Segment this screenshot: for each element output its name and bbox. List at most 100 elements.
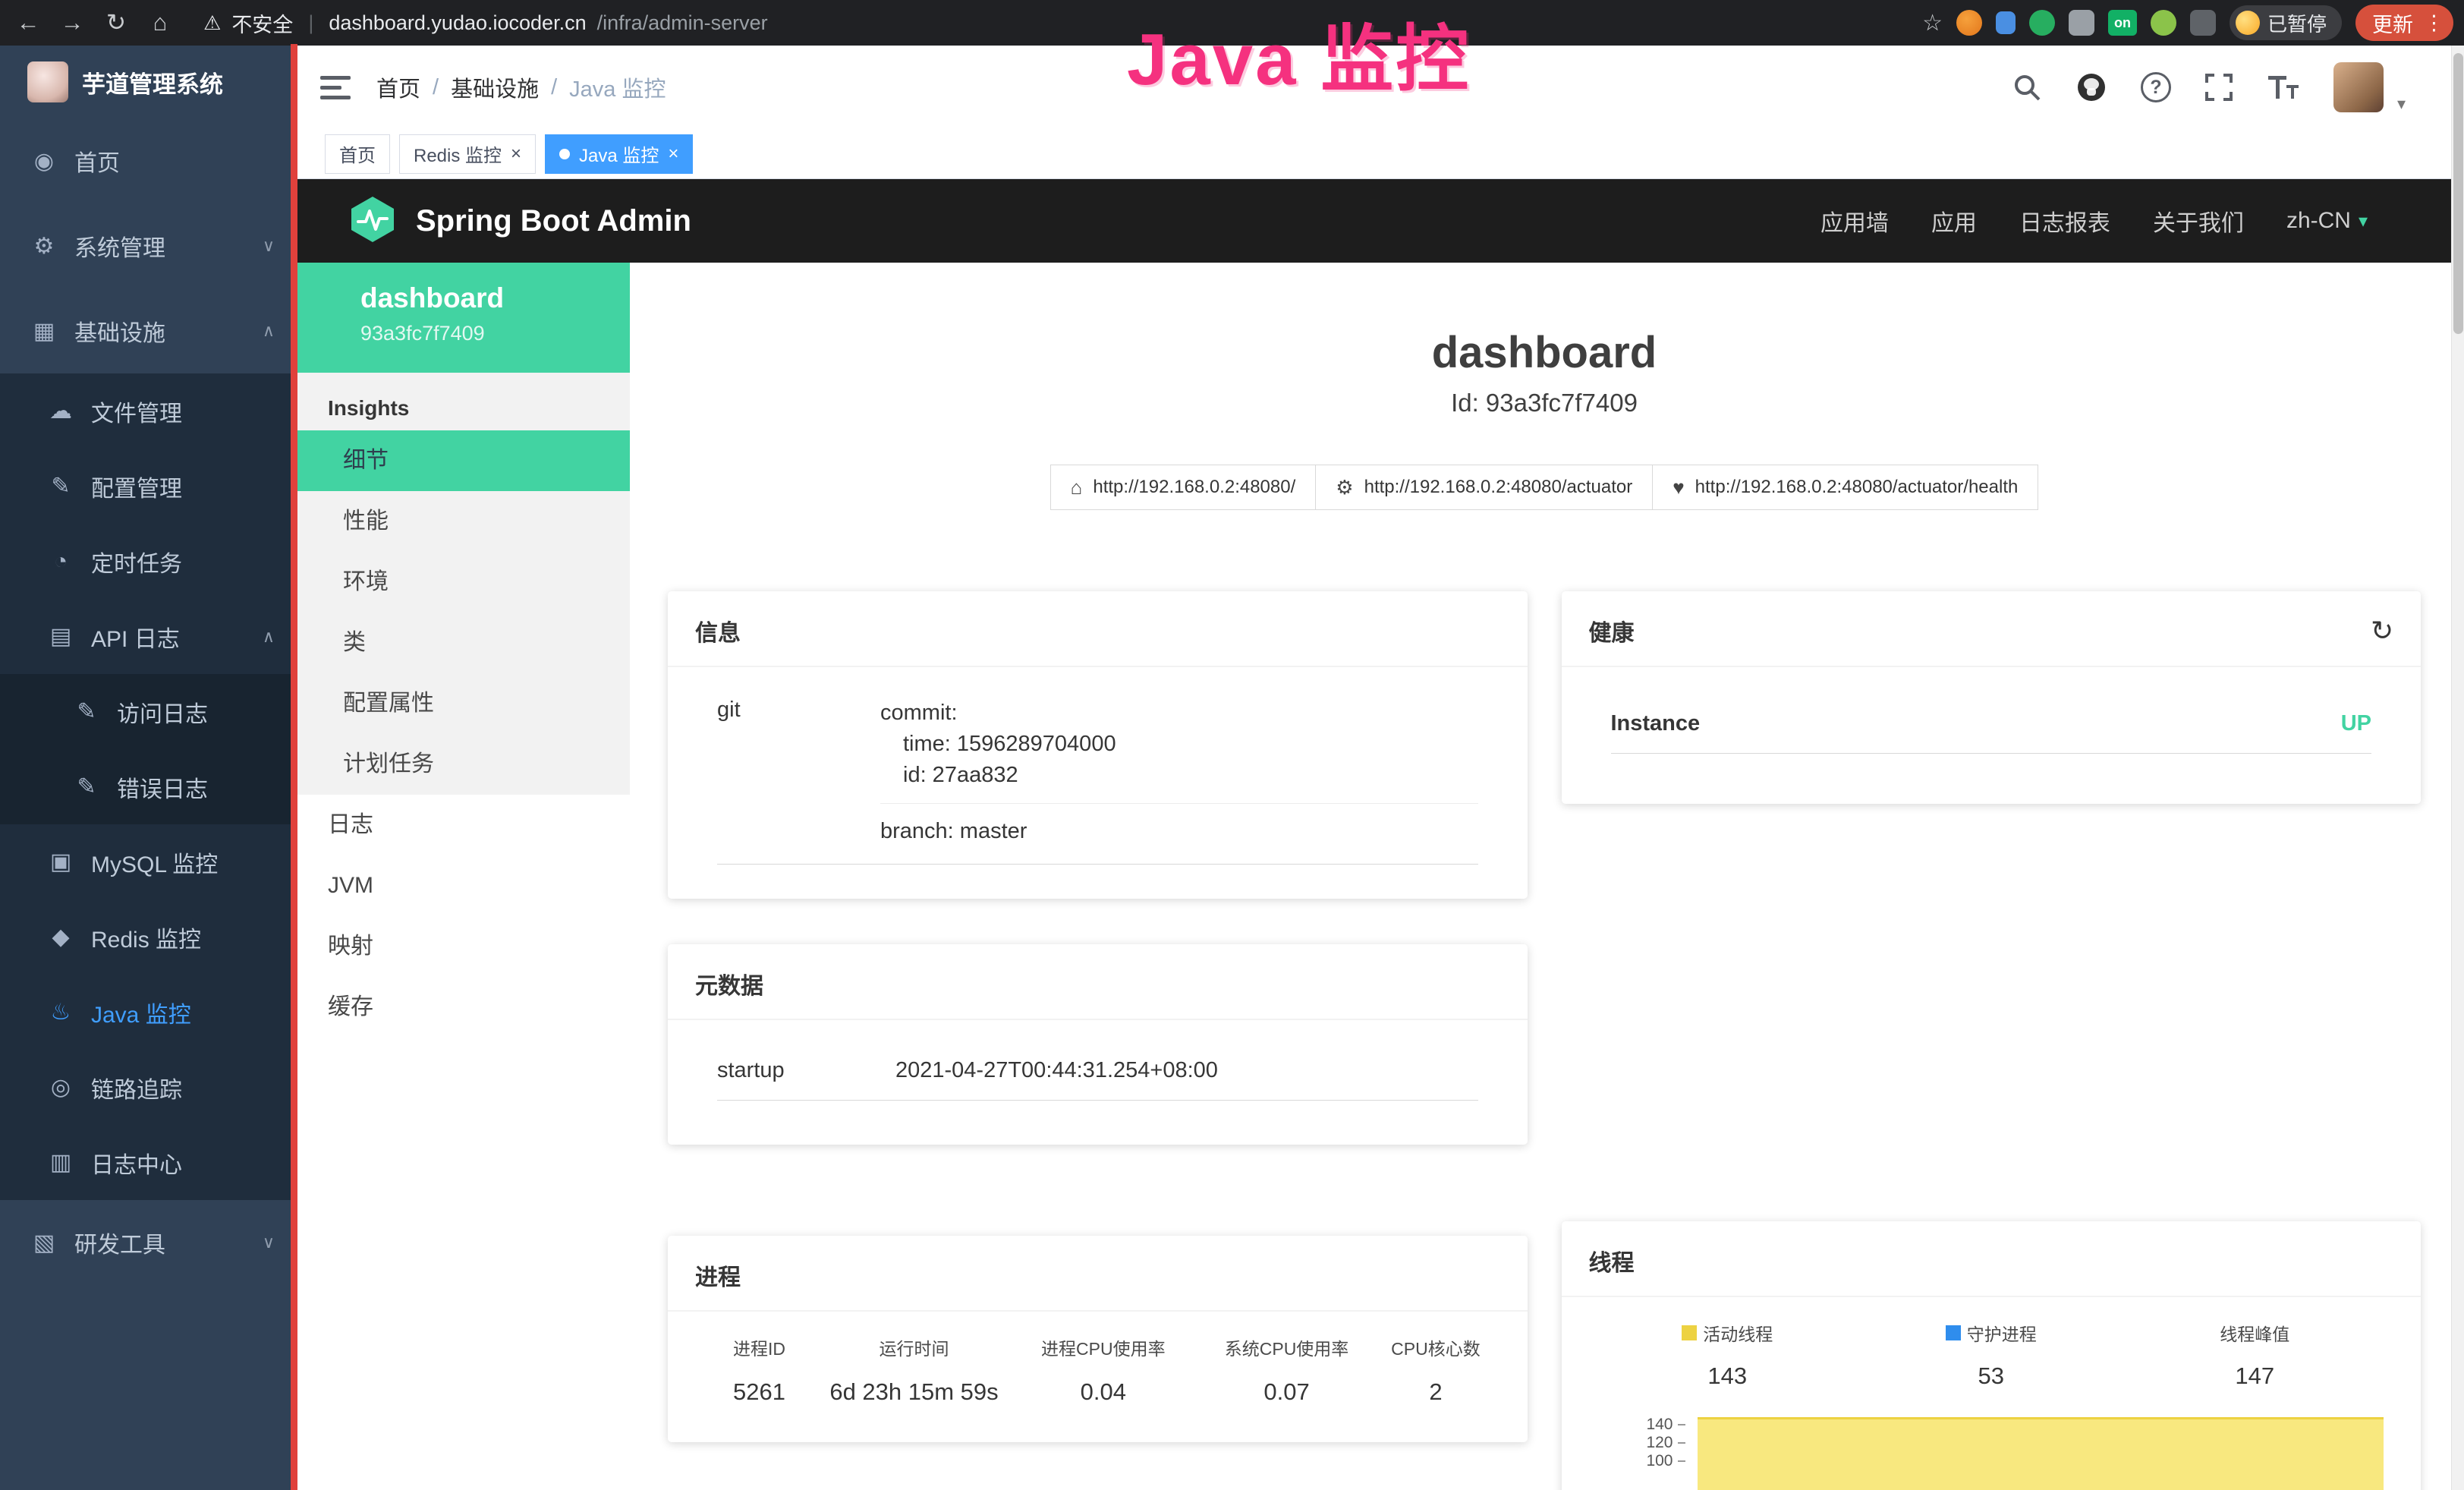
sidebar-item-system[interactable]: ⚙ 系统管理 ∨ — [0, 203, 296, 288]
eye-icon: ◎ — [47, 1074, 74, 1101]
browser-actions: ☆ on 已暂停 更新 ⋮ — [1922, 5, 2453, 41]
sba-nav-journal[interactable]: 日志报表 — [2019, 204, 2110, 238]
sba-item-config-props[interactable]: 配置属性 — [296, 673, 630, 734]
sidebar-item-log-center[interactable]: ▥ 日志中心 — [0, 1125, 296, 1200]
heart-icon: ♥ — [1673, 476, 1684, 499]
reload-icon[interactable]: ↻ — [96, 4, 137, 42]
sba-item-environment[interactable]: 环境 — [296, 552, 630, 613]
sidebar-item-label: 日志中心 — [91, 1146, 182, 1180]
breadcrumb-current: Java 监控 — [569, 71, 666, 103]
sba-item-metrics[interactable]: 性能 — [296, 491, 630, 552]
layers-icon: ◆ — [47, 924, 74, 950]
sidebar-item-redis-monitor[interactable]: ◆ Redis 监控 — [0, 899, 296, 975]
sba-header: Spring Boot Admin 应用墙 应用 日志报表 关于我们 zh-CN… — [296, 179, 2451, 263]
scrollbar-thumb[interactable] — [2453, 53, 2463, 334]
sidebar-item-file-management[interactable]: ☁ 文件管理 — [0, 373, 296, 449]
sidebar-item-scheduled-jobs[interactable]: ◔ 定时任务 — [0, 524, 296, 599]
sba-nav-wallboard[interactable]: 应用墙 — [1820, 204, 1889, 238]
live-threads-area — [1698, 1417, 2384, 1490]
profile-sync-paused-button[interactable]: 已暂停 — [2230, 5, 2342, 40]
log-center-icon: ▥ — [47, 1149, 74, 1176]
address-bar[interactable]: ⚠ 不安全 | dashboard.yudao.iocoder.cn/infra… — [196, 5, 776, 40]
sidebar-item-java-monitor[interactable]: ♨ Java 监控 — [0, 975, 296, 1050]
extensions-puzzle-icon[interactable] — [2069, 10, 2094, 36]
breadcrumb-infrastructure[interactable]: 基础设施 — [451, 71, 539, 103]
extension-on-badge[interactable]: on — [2108, 10, 2137, 36]
sidebar-item-trace[interactable]: ◎ 链路追踪 — [0, 1050, 296, 1125]
toolbox-icon: ▧ — [30, 1230, 58, 1256]
help-icon[interactable]: ? — [2141, 72, 2171, 102]
sidebar-item-config-management[interactable]: ✎ 配置管理 — [0, 449, 296, 524]
extension-icon-5[interactable] — [2151, 10, 2176, 36]
startup-key: startup — [717, 1058, 895, 1083]
sba-item-logs[interactable]: 日志 — [296, 795, 630, 855]
sba-nav-about[interactable]: 关于我们 — [2153, 204, 2244, 238]
not-secure-warning-icon: ⚠ — [203, 11, 221, 35]
tag-view-bar: 首页 Redis 监控 × Java 监控 × — [296, 129, 2451, 179]
health-status-badge: UP — [2341, 711, 2371, 736]
sidebar-item-home[interactable]: ◉ 首页 — [0, 118, 296, 203]
sidebar-item-error-log[interactable]: ✎ 错误日志 — [0, 749, 296, 824]
browser-menu-icon[interactable]: ⋮ — [2424, 11, 2444, 35]
peak-threads-value: 147 — [2123, 1362, 2387, 1390]
browser-update-button[interactable]: 更新 ⋮ — [2355, 5, 2453, 41]
annotation-java-monitor: Java 监控 — [1127, 0, 1471, 106]
fullscreen-icon[interactable] — [2204, 73, 2233, 102]
sba-item-classes[interactable]: 类 — [296, 613, 630, 673]
health-url-link[interactable]: ♥ http://192.168.0.2:48080/actuator/heal… — [1652, 465, 2038, 510]
sidebar-item-infrastructure[interactable]: ▦ 基础设施 ∧ — [0, 288, 296, 373]
extension-icon-3[interactable] — [2029, 10, 2055, 36]
app-logo[interactable]: 芋道管理系统 — [0, 46, 296, 118]
close-icon[interactable]: × — [668, 145, 678, 163]
extension-icon-1[interactable] — [1956, 10, 1982, 36]
tab-java-monitor[interactable]: Java 监控 × — [545, 134, 693, 174]
url-host: dashboard.yudao.iocoder.cn — [329, 11, 586, 35]
tab-home[interactable]: 首页 — [325, 134, 390, 174]
github-icon[interactable] — [2075, 71, 2107, 103]
font-size-icon[interactable] — [2267, 73, 2300, 102]
service-url-link[interactable]: ⌂ http://192.168.0.2:48080/ — [1050, 465, 1317, 510]
sba-item-details[interactable]: 细节 — [296, 430, 630, 491]
daemon-threads-value: 53 — [1859, 1362, 2123, 1390]
y-tick-120: 120 — [1596, 1434, 1685, 1452]
sba-logo-icon — [349, 196, 396, 247]
threads-card-title: 线程 — [1589, 1244, 1635, 1277]
actuator-url-link[interactable]: ⚙ http://192.168.0.2:48080/actuator — [1315, 465, 1653, 510]
process-cpu: 0.04 — [1012, 1378, 1195, 1406]
sidebar-item-mysql-monitor[interactable]: ▣ MySQL 监控 — [0, 824, 296, 899]
history-icon[interactable]: ↺ — [2371, 615, 2393, 647]
tab-redis-monitor[interactable]: Redis 监控 × — [399, 134, 536, 174]
sidebar-item-devtools[interactable]: ▧ 研发工具 ∨ — [0, 1200, 296, 1285]
extension-icon-2[interactable] — [1996, 11, 2016, 34]
sidebar-item-access-log[interactable]: ✎ 访问日志 — [0, 674, 296, 749]
bookmark-star-icon[interactable]: ☆ — [1922, 10, 1943, 36]
sba-item-scheduled-tasks[interactable]: 计划任务 — [296, 734, 630, 795]
extension-icon-6[interactable] — [2190, 10, 2216, 36]
close-icon[interactable]: × — [511, 145, 521, 163]
threads-card: 线程 活动线程 守护进程 — [1562, 1221, 2422, 1490]
sba-nav-applications[interactable]: 应用 — [1931, 204, 1977, 238]
process-col-cores: CPU核心数 — [1378, 1334, 1493, 1360]
sba-locale-select[interactable]: zh-CN ▾ — [2286, 208, 2368, 234]
search-icon[interactable] — [2012, 72, 2042, 102]
browser-home-icon[interactable]: ⌂ — [140, 4, 181, 42]
git-key: git — [717, 698, 880, 847]
back-icon[interactable]: ← — [8, 4, 49, 42]
sba-item-jvm[interactable]: JVM — [296, 855, 630, 916]
sidebar-item-api-log[interactable]: ▤ API 日志 ∧ — [0, 599, 296, 674]
breadcrumb-home[interactable]: 首页 — [376, 71, 420, 103]
sidebar-item-label: 定时任务 — [91, 545, 182, 578]
instance-header[interactable]: dashboard 93a3fc7f7409 — [296, 263, 630, 373]
legend-label: 活动线程 — [1703, 1320, 1773, 1346]
sba-item-mappings[interactable]: 映射 — [296, 916, 630, 977]
user-avatar[interactable] — [2333, 62, 2384, 112]
live-threads-value: 143 — [1596, 1362, 1860, 1390]
sidebar-collapse-icon[interactable] — [320, 76, 351, 99]
sba-item-caches[interactable]: 缓存 — [296, 977, 630, 1038]
breadcrumb-separator: / — [551, 75, 557, 100]
infrastructure-icon: ▦ — [30, 318, 58, 345]
insights-group: Insights 细节 性能 环境 类 配置属性 计划任务 — [296, 373, 630, 795]
threads-legend: 活动线程 守护进程 线程峰值 — [1596, 1320, 2387, 1346]
forward-icon[interactable]: → — [52, 4, 93, 42]
service-url: http://192.168.0.2:48080/ — [1093, 477, 1295, 498]
